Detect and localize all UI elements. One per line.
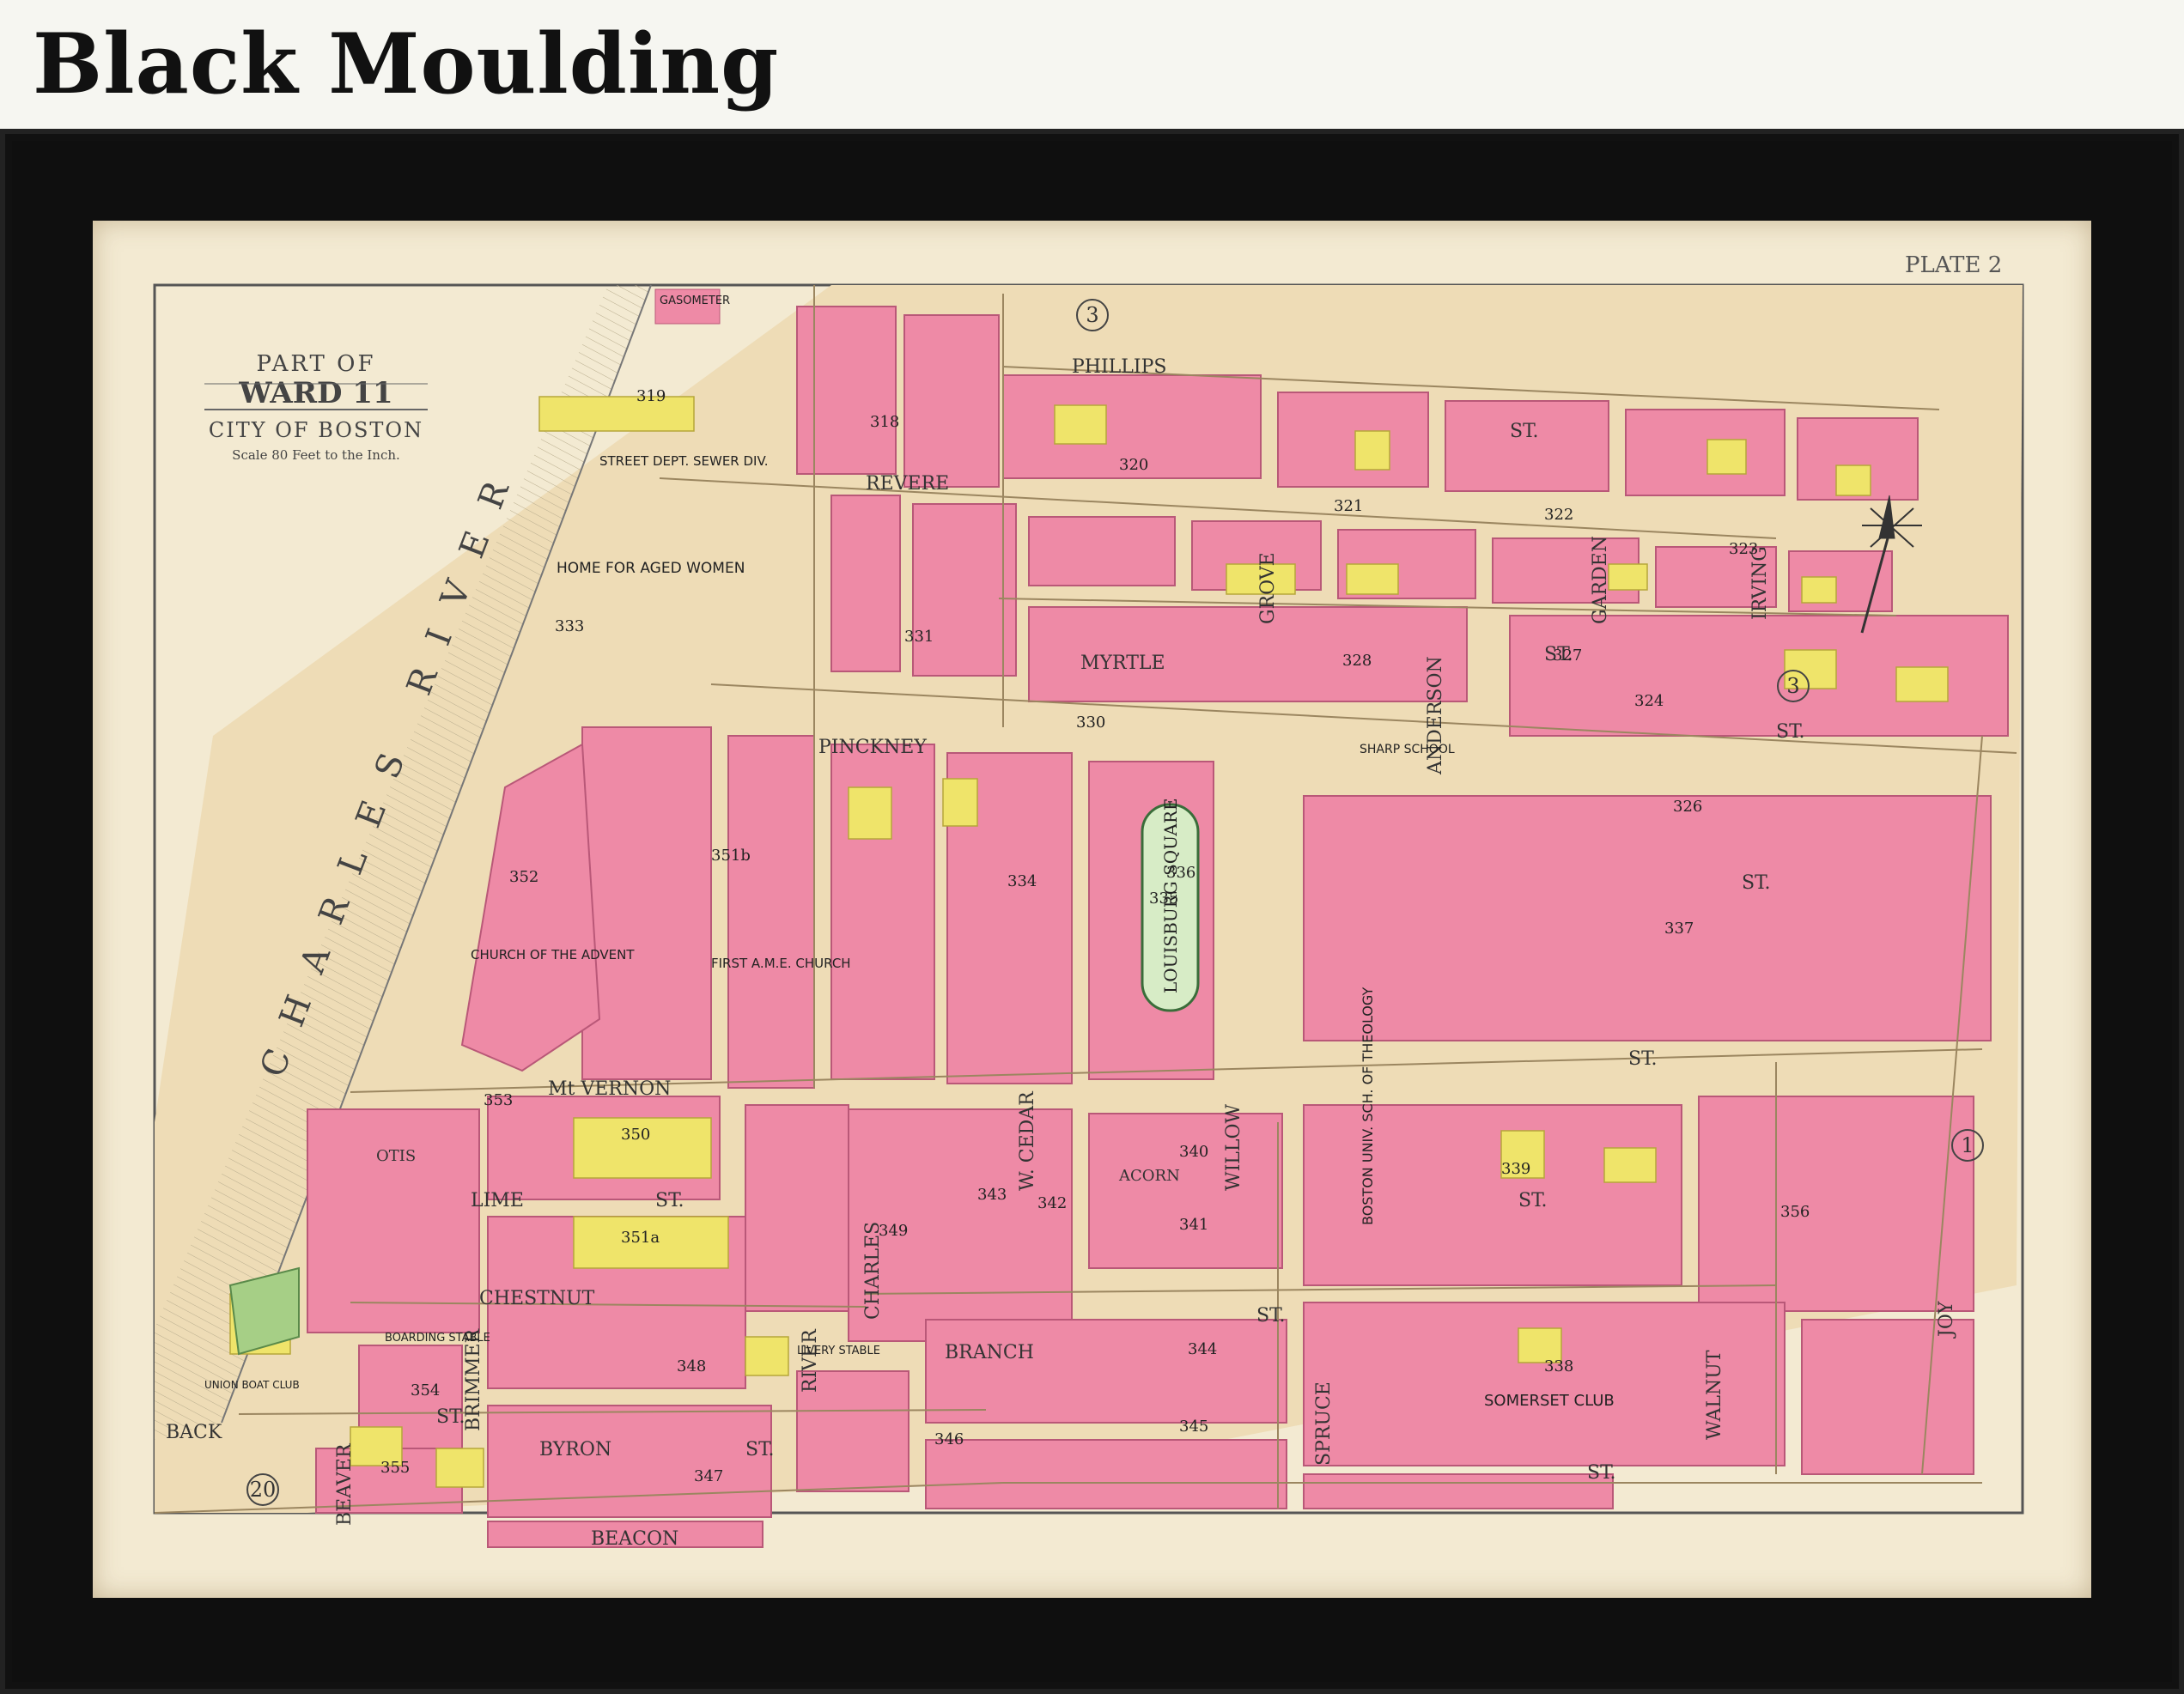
street-label-garden: GARDEN (1590, 536, 1611, 624)
block-number: 355 (380, 1459, 410, 1477)
block-number: 335 (1149, 890, 1178, 908)
street-label-myrtle: MYRTLE (1080, 653, 1165, 674)
landmark-union-boat-club: UNION BOAT CLUB (204, 1379, 300, 1391)
street-label-st: ST. (1776, 721, 1805, 743)
landmark-first-ame: FIRST A.M.E. CHURCH (711, 956, 851, 971)
block-number: 318 (870, 413, 899, 431)
block-number: 327 (1553, 647, 1582, 665)
block-number: 328 (1342, 652, 1372, 670)
street-label-beacon: BEACON (591, 1528, 678, 1550)
block-number: 349 (879, 1222, 908, 1240)
block-number: 341 (1179, 1216, 1208, 1234)
street-label-st: ST. (1742, 872, 1771, 894)
block-number: 343 (977, 1186, 1007, 1204)
street-label-anderson: ANDERSON (1425, 656, 1446, 775)
block-number: 337 (1664, 920, 1694, 938)
street-label-chestnut: CHESTNUT (479, 1288, 595, 1309)
landmark-boston-univ: BOSTON UNIV. SCH. OF THEOLOGY (1360, 987, 1376, 1226)
landmark-gasometer: GASOMETER (660, 294, 730, 307)
block-number: 351b (711, 847, 751, 865)
page-title: Black Moulding (33, 15, 780, 112)
map: PLATE 2 PART OF WARD 11 CITY OF BOSTON S… (153, 252, 2024, 1550)
street-label-byron: BYRON (539, 1439, 611, 1460)
block-number: 324 (1634, 692, 1664, 710)
block-number: 321 (1334, 497, 1363, 515)
block-number: 350 (621, 1126, 650, 1144)
street-label-st: ST. (745, 1439, 775, 1460)
plate-label: PLATE 2 (1905, 252, 2002, 278)
ward-number: 3 (1786, 674, 1799, 698)
ward-number: 1 (1961, 1133, 1974, 1157)
cartouche-line-3: CITY OF BOSTON (209, 418, 423, 442)
street-label-st: ST. (436, 1406, 465, 1428)
cartouche-line-1: PART OF (257, 351, 376, 377)
street-label-phillips: PHILLIPS (1072, 356, 1166, 378)
block-number: 333 (555, 617, 584, 635)
block-number: 344 (1188, 1340, 1217, 1358)
block-number: 323 (1729, 540, 1758, 558)
block-number: 354 (411, 1381, 440, 1400)
block-number: 319 (636, 387, 666, 405)
street-label-back: BACK (166, 1422, 222, 1443)
block-number: 346 (934, 1430, 964, 1448)
street-label-joy: JOY (1936, 1301, 1957, 1339)
block-number: 353 (484, 1091, 513, 1109)
block-number: 352 (509, 868, 538, 886)
street-label-otis: OTIS (376, 1147, 416, 1165)
street-label-st: ST. (1628, 1048, 1658, 1070)
street-label-st: ST. (1587, 1462, 1616, 1484)
street-label-st: ST. (1256, 1305, 1286, 1327)
landmark-home-aged-women: HOME FOR AGED WOMEN (557, 560, 745, 577)
cartouche-scale: Scale 80 Feet to the Inch. (232, 447, 400, 463)
block-number: 356 (1780, 1203, 1810, 1221)
street-label-branch: BRANCH (945, 1342, 1034, 1363)
ward-number: 20 (250, 1478, 277, 1502)
landmark-livery-stable: LIVERY STABLE (797, 1345, 880, 1357)
block-number: 320 (1119, 456, 1148, 474)
block-number: 334 (1007, 872, 1037, 890)
block-number: 336 (1166, 864, 1195, 882)
title-cartouche: PART OF WARD 11 CITY OF BOSTON Scale 80 … (204, 351, 428, 463)
cartouche-line-2: WARD 11 (238, 376, 392, 410)
street-label-spruce: SPRUCE (1313, 1381, 1335, 1466)
block-number: 326 (1673, 798, 1702, 816)
block-number: 330 (1076, 713, 1105, 732)
street-label-st: ST. (1518, 1190, 1548, 1211)
street-label-beaver: BEAVER (334, 1442, 356, 1526)
landmark-church-advent: CHURCH OF THE ADVENT (471, 947, 635, 962)
block-number: 339 (1501, 1160, 1530, 1178)
landmark-somerset-club: SOMERSET CLUB (1484, 1392, 1615, 1410)
street-label-walnut: WALNUT (1704, 1350, 1725, 1440)
block-number: 340 (1179, 1143, 1208, 1161)
street-label-grove: GROVE (1257, 552, 1279, 624)
landmark-boarding-stable: BOARDING STABLE (385, 1332, 490, 1345)
street-label-w-cedar: W. CEDAR (1017, 1090, 1038, 1191)
street-label-st: ST. (655, 1190, 684, 1211)
street-label-lime: LIME (471, 1190, 524, 1211)
block-number: 348 (677, 1357, 706, 1375)
street-label-acorn: ACORN (1118, 1167, 1180, 1185)
street-label-mt-vernon: Mt VERNON (548, 1078, 671, 1100)
street-label-willow: WILLOW (1223, 1103, 1244, 1191)
block-number: 331 (904, 628, 934, 646)
ward-number: 3 (1086, 303, 1098, 327)
street-label-river: RIVER (800, 1328, 821, 1393)
block-number: 338 (1544, 1357, 1573, 1375)
street-label-st: ST. (1510, 421, 1539, 442)
street-label-pinckney: PINCKNEY (818, 737, 927, 758)
block-number: 322 (1544, 506, 1573, 524)
block-number: 351a (621, 1229, 660, 1247)
street-label-revere: REVERE (866, 473, 949, 495)
block-number: 345 (1179, 1418, 1208, 1436)
block-number: 342 (1037, 1194, 1067, 1212)
landmark-street-dept: STREET DEPT. SEWER DIV. (599, 453, 769, 469)
landmark-sharp-school: SHARP SCHOOL (1360, 743, 1455, 756)
block-number: 347 (694, 1467, 723, 1485)
